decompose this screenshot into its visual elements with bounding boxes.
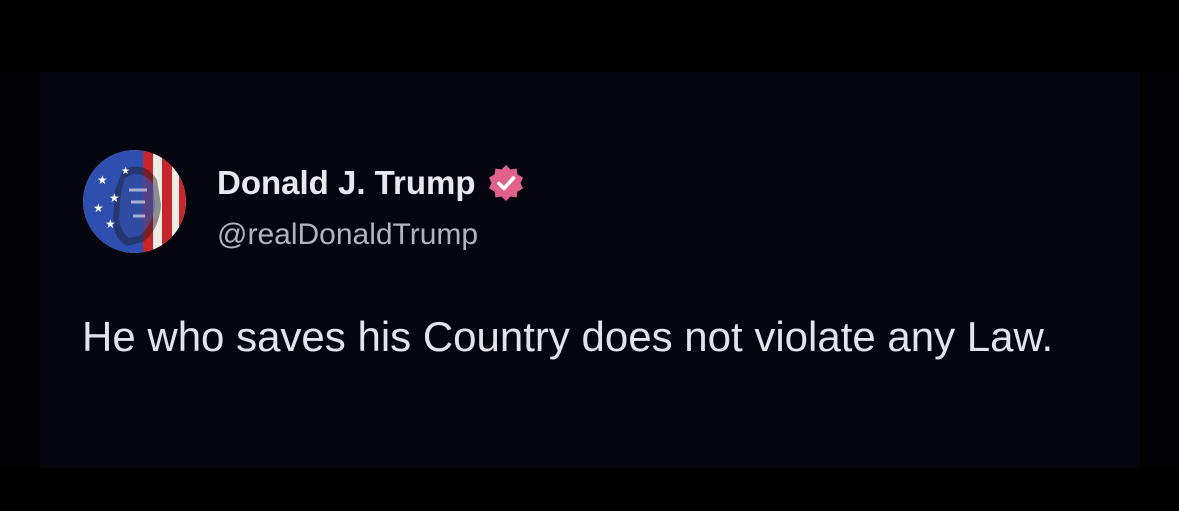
svg-text:★: ★ xyxy=(109,191,120,205)
screenshot-frame: ★ ★ ★ ★ ★ Donald J. Trump @realDonaldTru… xyxy=(0,0,1179,511)
flag-portrait-avatar-icon: ★ ★ ★ ★ ★ xyxy=(83,150,186,253)
svg-text:★: ★ xyxy=(121,166,130,177)
svg-text:★: ★ xyxy=(93,201,104,215)
author-handle[interactable]: @realDonaldTrump xyxy=(217,215,478,255)
verified-badge-icon xyxy=(486,163,526,203)
left-edge xyxy=(0,72,40,468)
post-card: ★ ★ ★ ★ ★ Donald J. Trump @realDonaldTru… xyxy=(40,72,1140,468)
right-edge xyxy=(1140,72,1179,468)
author-avatar[interactable]: ★ ★ ★ ★ ★ xyxy=(83,150,186,253)
svg-text:★: ★ xyxy=(97,173,108,187)
author-name-row: Donald J. Trump xyxy=(217,162,526,204)
author-display-name[interactable]: Donald J. Trump xyxy=(217,162,476,204)
post-body-text: He who saves his Country does not violat… xyxy=(82,313,1054,360)
svg-text:★: ★ xyxy=(105,217,116,231)
